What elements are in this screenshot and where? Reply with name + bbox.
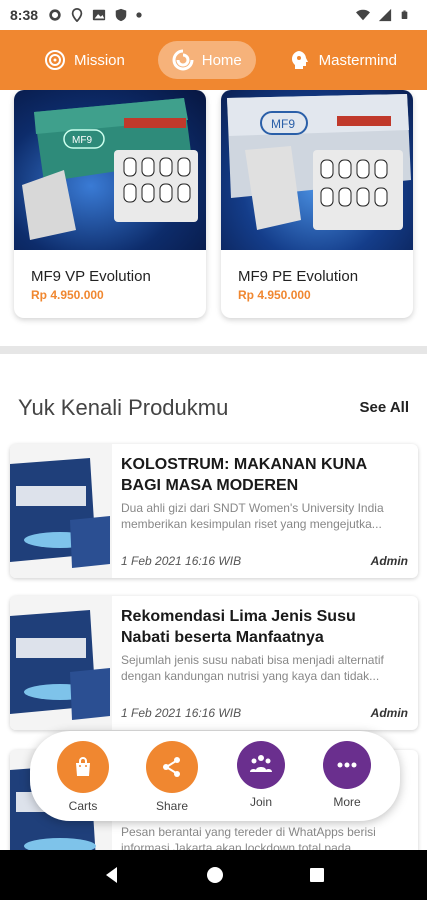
- home-circle-icon[interactable]: [206, 866, 224, 884]
- signal-icon: [378, 8, 392, 22]
- status-time: 8:38: [10, 7, 39, 23]
- article-thumbnail: [10, 596, 112, 730]
- box-logo-text: MF9: [72, 135, 92, 146]
- system-nav-bar: [0, 850, 427, 900]
- back-icon[interactable]: [103, 866, 121, 884]
- recents-icon[interactable]: [309, 867, 325, 883]
- wifi-icon: [356, 9, 370, 21]
- app-screen: 8:38 Mission Home Mastermind MF9 MF9 VP …: [0, 0, 427, 900]
- article-date: 1 Feb 2021 16:16 WIB: [121, 706, 242, 720]
- nav-mastermind[interactable]: Mastermind: [275, 41, 411, 79]
- shield-icon: [115, 8, 127, 22]
- battery-icon: [401, 10, 408, 19]
- article-thumbnail: [10, 444, 112, 578]
- box-logo-text: MF9: [271, 117, 295, 131]
- location-icon: [71, 8, 83, 22]
- section-title: Yuk Kenali Produkmu: [18, 395, 229, 420]
- product-price: Rp 4.950.000: [238, 288, 311, 302]
- article-card[interactable]: Rekomendasi Lima Jenis Susu Nabati beser…: [10, 596, 418, 730]
- product-name: MF9 PE Evolution: [238, 268, 359, 285]
- article-date: 1 Feb 2021 16:16 WIB: [121, 554, 242, 568]
- home-icon: [172, 49, 194, 71]
- join-button[interactable]: Join: [231, 741, 291, 809]
- people-icon: [250, 755, 272, 772]
- nav-home-label: Home: [201, 51, 242, 69]
- product-image: MF9: [221, 90, 413, 250]
- carts-label: Carts: [68, 799, 98, 813]
- share-label: Share: [155, 799, 189, 813]
- mission-icon: [45, 50, 65, 70]
- section-divider: [0, 346, 427, 354]
- nav-mission-label: Mission: [74, 51, 125, 69]
- article-title: Rekomendasi Lima Jenis Susu Nabati beser…: [121, 608, 356, 646]
- gear-icon: [49, 9, 61, 21]
- article-excerpt: Sejumlah jenis susu nabati bisa menjadi …: [121, 653, 384, 683]
- article-excerpt: Dua ahli gizi dari SNDT Women's Universi…: [121, 501, 384, 531]
- product-card[interactable]: MF9 MF9 PE Evolution Rp 4.950.000: [221, 90, 413, 318]
- article-title: KOLOSTRUM: MAKANAN KUNA BAGI MASA MODERE…: [121, 456, 367, 494]
- status-bar: 8:38: [0, 0, 427, 30]
- product-card[interactable]: MF9 MF9 VP Evolution Rp 4.950.000: [14, 90, 206, 318]
- top-nav: Mission Home Mastermind: [0, 30, 427, 90]
- product-image: MF9: [14, 90, 206, 250]
- more-label: More: [333, 795, 361, 809]
- nav-mission[interactable]: Mission: [30, 41, 139, 79]
- join-label: Join: [249, 795, 272, 809]
- article-author: Admin: [370, 554, 408, 568]
- mastermind-icon: [291, 51, 308, 69]
- see-all-link[interactable]: See All: [360, 399, 409, 416]
- share-button[interactable]: Share: [142, 741, 202, 813]
- more-button[interactable]: More: [317, 741, 377, 809]
- share-icon: [163, 757, 180, 777]
- article-card[interactable]: KOLOSTRUM: MAKANAN KUNA BAGI MASA MODERE…: [10, 444, 418, 578]
- article-excerpt: Pesan berantai yang tereder di WhatApps …: [121, 825, 376, 850]
- bag-icon: [76, 757, 90, 776]
- nav-mastermind-label: Mastermind: [318, 51, 397, 69]
- action-bar: Carts Share Join More: [30, 731, 400, 821]
- dot-icon: [136, 12, 142, 18]
- photo-icon: [92, 9, 106, 21]
- product-price: Rp 4.950.000: [31, 288, 104, 302]
- more-dots-icon: [337, 762, 357, 768]
- product-name: MF9 VP Evolution: [31, 268, 151, 285]
- carts-button[interactable]: Carts: [53, 741, 113, 813]
- article-author: Admin: [370, 706, 408, 720]
- nav-home[interactable]: Home: [157, 41, 256, 79]
